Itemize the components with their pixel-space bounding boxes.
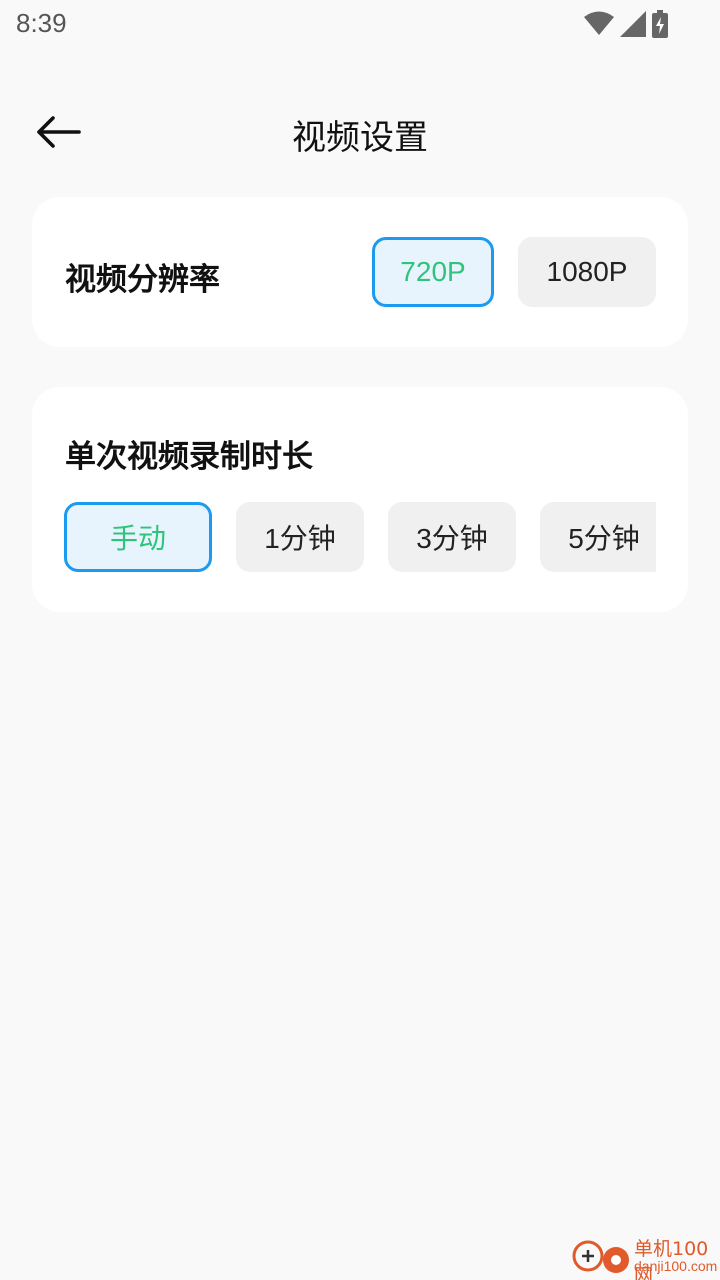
duration-option-3min[interactable]: 3分钟 — [388, 502, 516, 572]
resolution-option-720p[interactable]: 720P — [372, 237, 494, 307]
duration-card: 单次视频录制时长 手动 1分钟 3分钟 5分钟 — [32, 387, 688, 612]
duration-option-manual[interactable]: 手动 — [64, 502, 212, 572]
cell-signal-icon — [620, 11, 646, 37]
status-time: 8:39 — [16, 8, 67, 38]
page-title: 视频设置 — [292, 119, 428, 157]
resolution-card: 视频分辨率 720P 1080P — [32, 197, 688, 347]
duration-title: 单次视频录制时长 — [65, 439, 313, 474]
watermark-url: danji100.com — [634, 1258, 718, 1274]
watermark-logo-icon — [570, 1234, 636, 1280]
status-icons — [584, 10, 668, 38]
status-bar: 8:39 — [0, 0, 720, 50]
duration-option-1min[interactable]: 1分钟 — [236, 502, 364, 572]
app-header: 视频设置 — [0, 92, 720, 176]
duration-option-5min[interactable]: 5分钟 — [540, 502, 656, 572]
resolution-option-1080p[interactable]: 1080P — [518, 237, 656, 307]
battery-charging-icon — [652, 10, 668, 38]
duration-options: 手动 1分钟 3分钟 5分钟 — [64, 502, 656, 572]
watermark: 单机100网 danji100.com — [570, 1234, 720, 1280]
wifi-icon — [584, 11, 614, 37]
resolution-title: 视频分辨率 — [65, 262, 220, 297]
